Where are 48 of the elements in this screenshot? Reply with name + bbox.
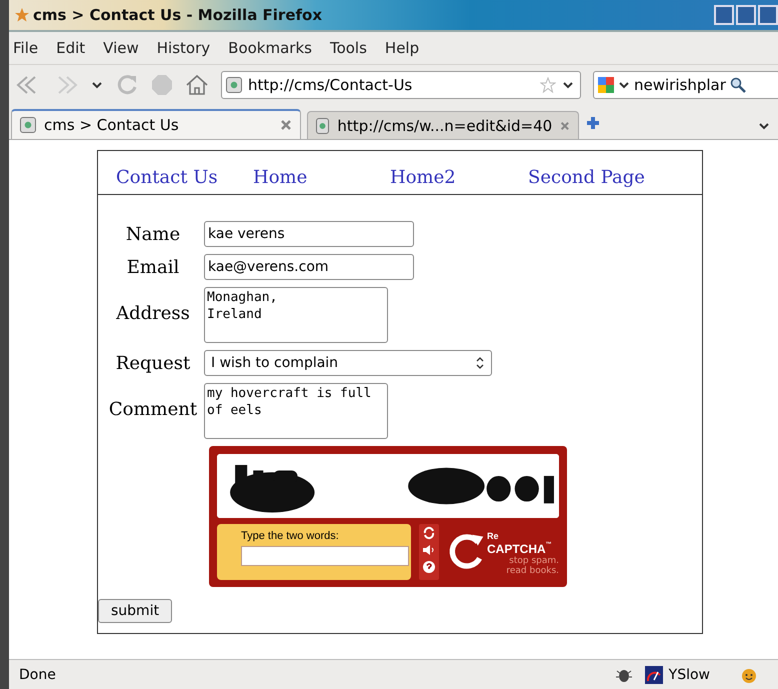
- search-icon[interactable]: [730, 77, 746, 93]
- speaker-icon[interactable]: [422, 543, 436, 557]
- dropdown-icon[interactable]: [91, 80, 103, 90]
- submit-button[interactable]: submit: [98, 599, 172, 623]
- tab-list-icon[interactable]: [758, 121, 770, 131]
- updown-arrows-icon: [475, 357, 485, 369]
- dropdown-icon[interactable]: [618, 80, 630, 90]
- nav-link[interactable]: Contact Us: [116, 167, 253, 188]
- nav-link[interactable]: Home2: [390, 167, 528, 188]
- field-label: Email: [126, 256, 180, 278]
- dropdown-icon[interactable]: [562, 80, 574, 90]
- slogan-text: stop spam.: [509, 556, 559, 566]
- gauge-icon: [644, 666, 663, 684]
- menu-item[interactable]: History: [156, 39, 210, 57]
- star-icon: [15, 8, 29, 22]
- captcha-prompt: Type the two words:: [241, 530, 340, 542]
- yslow-button[interactable]: YSlow: [644, 666, 710, 684]
- menu-item[interactable]: View: [103, 39, 139, 57]
- nav-link[interactable]: Second Page: [528, 167, 645, 188]
- window-title: cms > Contact Us - Mozilla Firefox: [33, 6, 322, 24]
- help-icon[interactable]: [422, 560, 436, 574]
- search-field[interactable]: newirishplar: [593, 71, 778, 99]
- browser-tab[interactable]: http://cms/w...n=edit&id=40: [307, 111, 579, 139]
- field-label: Address: [115, 302, 191, 324]
- new-tab-icon[interactable]: [585, 115, 601, 131]
- menu-item[interactable]: Help: [384, 39, 420, 57]
- address-field[interactable]: http://cms/Contact-Us: [221, 71, 581, 99]
- field-label: Comment: [108, 398, 198, 420]
- menu-item[interactable]: Edit: [56, 39, 86, 57]
- text-area[interactable]: Monaghan, Ireland: [204, 287, 388, 343]
- text-area[interactable]: my hovercraft is full of eels: [204, 383, 388, 439]
- nav-link[interactable]: Home: [253, 167, 390, 188]
- menu-item[interactable]: Bookmarks: [228, 39, 312, 57]
- input-field[interactable]: kae verens: [204, 221, 414, 247]
- status-text: Done: [19, 666, 56, 682]
- field-label: Name: [124, 223, 182, 245]
- captcha-input[interactable]: [241, 546, 409, 566]
- refresh-icon[interactable]: [422, 526, 436, 540]
- menu-item[interactable]: Tools: [330, 39, 367, 57]
- bookmark-star-icon[interactable]: [540, 77, 556, 93]
- slogan-text: read books.: [506, 566, 559, 576]
- browser-tab[interactable]: cms > Contact Us: [11, 109, 301, 139]
- close-tab-icon[interactable]: [280, 119, 292, 131]
- menu-item[interactable]: File: [13, 39, 38, 57]
- input-field[interactable]: kae@verens.com: [204, 254, 414, 280]
- home-icon[interactable]: [185, 74, 209, 96]
- field-label: Request: [114, 352, 192, 374]
- request-dropdown[interactable]: I wish to complain: [204, 350, 492, 376]
